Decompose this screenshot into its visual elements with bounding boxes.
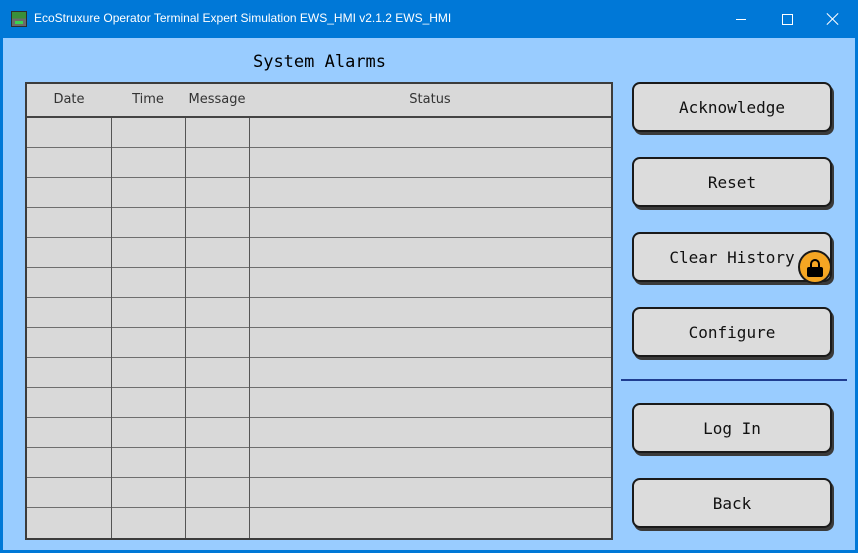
table-row[interactable]	[27, 208, 611, 238]
column-divider	[111, 118, 112, 538]
table-row[interactable]	[27, 268, 611, 298]
close-icon	[827, 13, 839, 25]
maximize-button[interactable]	[764, 0, 810, 38]
reset-button[interactable]: Reset	[632, 157, 832, 207]
close-button[interactable]	[810, 0, 856, 38]
back-button[interactable]: Back	[632, 478, 832, 528]
column-header-date[interactable]: Date	[27, 92, 111, 107]
table-row[interactable]	[27, 298, 611, 328]
table-row[interactable]	[27, 478, 611, 508]
minimize-icon	[736, 18, 746, 20]
app-icon	[11, 11, 27, 27]
acknowledge-button-label: Acknowledge	[679, 97, 785, 117]
alarm-table[interactable]: Date Time Message Status	[25, 82, 613, 540]
log-in-button[interactable]: Log In	[632, 403, 832, 453]
reset-button-label: Reset	[707, 172, 757, 192]
table-row[interactable]	[27, 238, 611, 268]
column-header-time[interactable]: Time	[111, 92, 185, 107]
minimize-button[interactable]	[718, 0, 764, 38]
table-row[interactable]	[27, 148, 611, 178]
clear-history-button-label: Clear History	[669, 247, 795, 267]
column-divider	[185, 118, 186, 538]
table-row[interactable]	[27, 358, 611, 388]
table-body	[27, 118, 611, 538]
page-title: System Alarms	[252, 52, 387, 72]
table-row[interactable]	[27, 178, 611, 208]
log-in-button-label: Log In	[703, 418, 761, 438]
lock-body	[807, 267, 823, 277]
table-row[interactable]	[27, 328, 611, 358]
table-row[interactable]	[27, 118, 611, 148]
acknowledge-button[interactable]: Acknowledge	[632, 82, 832, 132]
window-title: EcoStruxure Operator Terminal Expert Sim…	[34, 11, 452, 25]
column-header-status[interactable]: Status	[249, 92, 611, 107]
table-row[interactable]	[27, 448, 611, 478]
table-row[interactable]	[27, 418, 611, 448]
configure-button-label: Configure	[688, 322, 776, 342]
column-header-message[interactable]: Message	[185, 92, 249, 107]
window-titlebar[interactable]: EcoStruxure Operator Terminal Expert Sim…	[0, 0, 858, 38]
column-divider	[249, 118, 250, 538]
lock-icon	[798, 250, 832, 284]
button-separator	[621, 379, 847, 381]
table-header: Date Time Message Status	[27, 84, 611, 118]
back-button-label: Back	[712, 493, 752, 513]
table-row[interactable]	[27, 388, 611, 418]
maximize-icon	[781, 13, 793, 25]
table-row[interactable]	[27, 508, 611, 538]
hmi-screen: System Alarms Date Time Message Status A…	[3, 38, 855, 550]
configure-button[interactable]: Configure	[632, 307, 832, 357]
